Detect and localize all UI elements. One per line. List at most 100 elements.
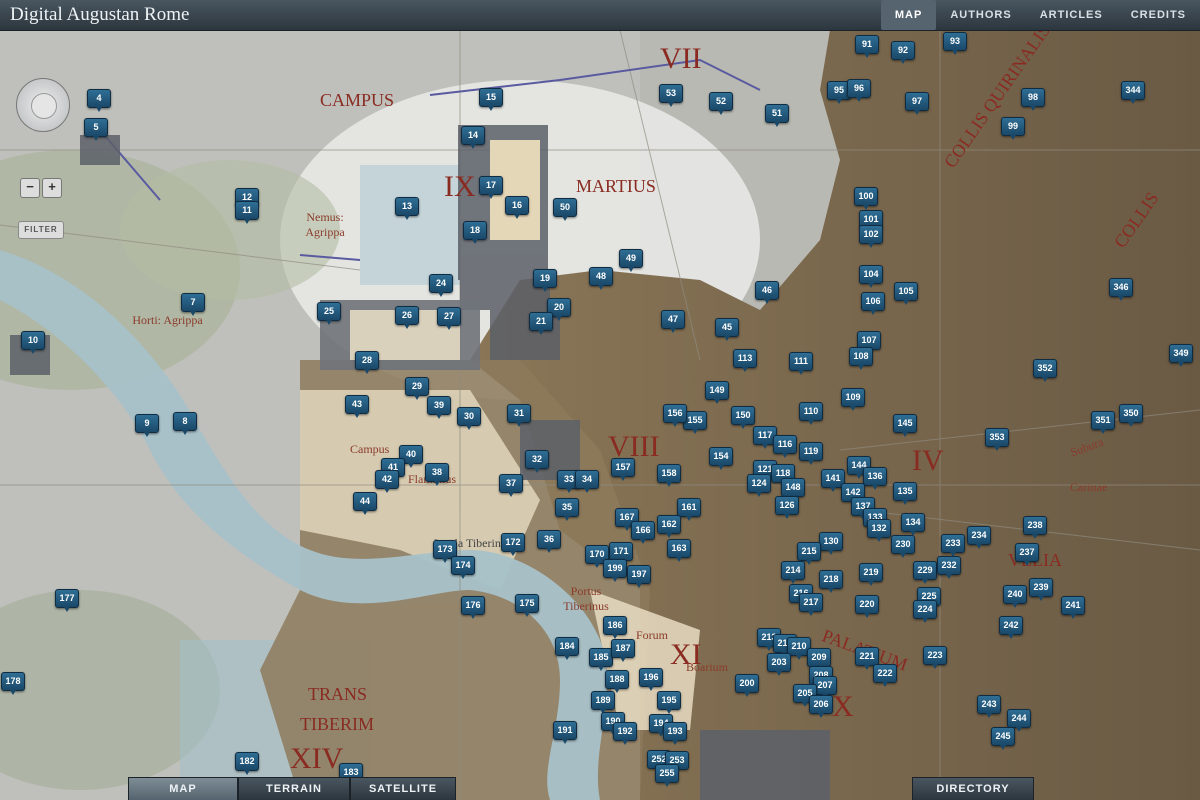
map-marker[interactable]: 29 — [405, 377, 429, 400]
map-marker[interactable]: 197 — [627, 565, 651, 588]
map-marker[interactable]: 98 — [1021, 88, 1045, 111]
map-marker[interactable]: 52 — [709, 92, 733, 115]
map-marker[interactable]: 48 — [589, 267, 613, 290]
map-marker[interactable]: 346 — [1109, 278, 1133, 301]
map-marker[interactable]: 209 — [807, 648, 831, 671]
map-marker[interactable]: 39 — [427, 396, 451, 419]
map-marker[interactable]: 16 — [505, 196, 529, 219]
map-marker[interactable]: 110 — [799, 402, 823, 425]
map-marker[interactable]: 149 — [705, 381, 729, 404]
map-marker[interactable]: 116 — [773, 435, 797, 458]
map-marker[interactable]: 14 — [461, 126, 485, 149]
filter-button[interactable]: FILTER — [18, 221, 64, 239]
pan-center-icon[interactable] — [31, 93, 57, 119]
map-marker[interactable]: 150 — [731, 406, 755, 429]
map-marker[interactable]: 241 — [1061, 596, 1085, 619]
map-marker[interactable]: 24 — [429, 274, 453, 297]
map-marker[interactable]: 47 — [661, 310, 685, 333]
map-marker[interactable]: 46 — [755, 281, 779, 304]
map-canvas[interactable]: VII CAMPUS MARTIUS IX Nemus: Agrippa Hor… — [0, 30, 1200, 800]
map-marker[interactable]: 238 — [1023, 516, 1047, 539]
map-marker[interactable]: 100 — [854, 187, 878, 210]
map-marker[interactable]: 189 — [591, 691, 615, 714]
zoom-in-button[interactable]: + — [42, 178, 62, 198]
map-marker[interactable]: 5 — [84, 118, 108, 141]
map-marker[interactable]: 21 — [529, 312, 553, 335]
map-marker[interactable]: 215 — [797, 542, 821, 565]
map-marker[interactable]: 126 — [775, 496, 799, 519]
map-marker[interactable]: 27 — [437, 307, 461, 330]
map-marker[interactable]: 31 — [507, 404, 531, 427]
map-marker[interactable]: 229 — [913, 561, 937, 584]
map-marker[interactable]: 232 — [937, 556, 961, 579]
nav-articles[interactable]: ARTICLES — [1026, 0, 1117, 30]
map-marker[interactable]: 104 — [859, 265, 883, 288]
map-marker[interactable]: 223 — [923, 646, 947, 669]
map-marker[interactable]: 188 — [605, 670, 629, 693]
map-marker[interactable]: 234 — [967, 526, 991, 549]
map-marker[interactable]: 108 — [849, 347, 873, 370]
map-marker[interactable]: 51 — [765, 104, 789, 127]
map-marker[interactable]: 245 — [991, 727, 1015, 750]
map-marker[interactable]: 106 — [861, 292, 885, 315]
map-marker[interactable]: 166 — [631, 521, 655, 544]
tab-directory[interactable]: DIRECTORY — [912, 777, 1034, 800]
map-marker[interactable]: 219 — [859, 563, 883, 586]
map-marker[interactable]: 230 — [891, 535, 915, 558]
zoom-out-button[interactable]: − — [20, 178, 40, 198]
tab-map[interactable]: MAP — [128, 777, 238, 800]
map-marker[interactable]: 30 — [457, 407, 481, 430]
map-marker[interactable]: 99 — [1001, 117, 1025, 140]
map-marker[interactable]: 19 — [533, 269, 557, 292]
map-marker[interactable]: 7 — [181, 293, 205, 316]
map-marker[interactable]: 177 — [55, 589, 79, 612]
map-marker[interactable]: 136 — [863, 467, 887, 490]
map-marker[interactable]: 42 — [375, 470, 399, 493]
map-marker[interactable]: 38 — [425, 463, 449, 486]
map-marker[interactable]: 220 — [855, 595, 879, 618]
map-marker[interactable]: 34 — [575, 470, 599, 493]
map-marker[interactable]: 11 — [235, 201, 259, 224]
map-marker[interactable]: 352 — [1033, 359, 1057, 382]
map-marker[interactable]: 119 — [799, 442, 823, 465]
nav-authors[interactable]: AUTHORS — [936, 0, 1025, 30]
map-marker[interactable]: 185 — [589, 648, 613, 671]
map-marker[interactable]: 187 — [611, 639, 635, 662]
map-marker[interactable]: 145 — [893, 414, 917, 437]
map-marker[interactable]: 111 — [789, 352, 813, 375]
map-marker[interactable]: 195 — [657, 691, 681, 714]
map-marker[interactable]: 15 — [479, 88, 503, 111]
map-marker[interactable]: 18 — [463, 221, 487, 244]
map-marker[interactable]: 134 — [901, 513, 925, 536]
map-marker[interactable]: 50 — [553, 198, 577, 221]
map-marker[interactable]: 91 — [855, 35, 879, 58]
map-marker[interactable]: 243 — [977, 695, 1001, 718]
map-marker[interactable]: 130 — [819, 532, 843, 555]
map-marker[interactable]: 222 — [873, 664, 897, 687]
map-marker[interactable]: 49 — [619, 249, 643, 272]
map-marker[interactable]: 162 — [657, 515, 681, 538]
map-marker[interactable]: 176 — [461, 596, 485, 619]
map-marker[interactable]: 244 — [1007, 709, 1031, 732]
map-marker[interactable]: 26 — [395, 306, 419, 329]
map-marker[interactable]: 37 — [499, 474, 523, 497]
map-marker[interactable]: 25 — [317, 302, 341, 325]
tab-terrain[interactable]: TERRAIN — [238, 777, 350, 800]
map-marker[interactable]: 233 — [941, 534, 965, 557]
map-marker[interactable]: 158 — [657, 464, 681, 487]
map-marker[interactable]: 240 — [1003, 585, 1027, 608]
map-marker[interactable]: 217 — [799, 593, 823, 616]
map-marker[interactable]: 35 — [555, 498, 579, 521]
map-marker[interactable]: 239 — [1029, 578, 1053, 601]
map-marker[interactable]: 102 — [859, 225, 883, 248]
map-marker[interactable]: 93 — [943, 32, 967, 55]
map-marker[interactable]: 157 — [611, 458, 635, 481]
map-marker[interactable]: 148 — [781, 478, 805, 501]
map-marker[interactable]: 214 — [781, 561, 805, 584]
pan-control-icon[interactable] — [16, 78, 70, 132]
map-marker[interactable]: 9 — [135, 414, 159, 437]
map-marker[interactable]: 163 — [667, 539, 691, 562]
map-marker[interactable]: 135 — [893, 482, 917, 505]
map-marker[interactable]: 218 — [819, 570, 843, 593]
map-marker[interactable]: 242 — [999, 616, 1023, 639]
